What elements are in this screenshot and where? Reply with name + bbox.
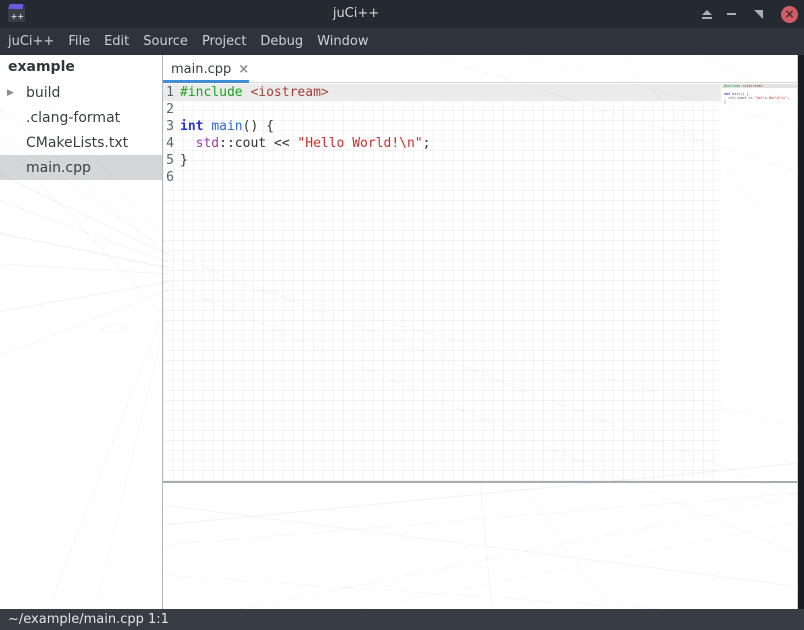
- shade-button[interactable]: [702, 10, 712, 19]
- line-number: 5: [163, 152, 174, 169]
- right-scrollbar-track[interactable]: [797, 55, 804, 609]
- tree-item-cmakelists-txt[interactable]: CMakeLists.txt: [0, 130, 162, 155]
- close-icon: ×: [784, 6, 794, 23]
- tree-item-label: .clang-format: [19, 110, 120, 126]
- token-plain: }: [724, 100, 726, 104]
- code-lines: 1#include <iostream>23int main() {4 std:…: [163, 83, 721, 186]
- code-editor[interactable]: 1#include <iostream>23int main() {4 std:…: [163, 83, 721, 481]
- token-string: "Hello World!\n": [297, 135, 422, 152]
- sidebar-resize-handle[interactable]: [162, 55, 163, 609]
- token-plain: ;: [423, 135, 431, 152]
- maximize-button[interactable]: [754, 10, 763, 19]
- terminal-panel[interactable]: [163, 483, 798, 609]
- menu-item-file[interactable]: File: [61, 28, 97, 55]
- token-function: main: [211, 118, 242, 135]
- file-tree-items: ▶build .clang-format CMakeLists.txt main.cp…: [0, 80, 162, 180]
- menu-item-edit[interactable]: Edit: [97, 28, 136, 55]
- minimap[interactable]: #include <iostream>int main() { std::cou…: [722, 83, 797, 481]
- tree-item-main-cpp[interactable]: main.cpp: [0, 155, 162, 180]
- menu-item-window[interactable]: Window: [310, 28, 375, 55]
- eject-icon-bar: [702, 17, 712, 19]
- menubar: juCi++FileEditSourceProjectDebugWindow: [0, 28, 804, 55]
- token-plain: [203, 118, 211, 135]
- terminal-resize-handle[interactable]: [163, 481, 798, 483]
- code-line: 5}: [163, 152, 721, 169]
- tab-close-icon[interactable]: ×: [238, 62, 249, 77]
- token-plain: ::cout <<: [734, 96, 754, 100]
- token-include_path: <iostream>: [250, 84, 328, 101]
- tree-item-label: CMakeLists.txt: [19, 135, 128, 151]
- token-include_path: <iostream>: [742, 84, 762, 88]
- close-button[interactable]: ×: [781, 6, 798, 23]
- token-string: "Hello World!\n": [755, 96, 788, 100]
- token-namespace: std: [196, 135, 219, 152]
- menu-item-source[interactable]: Source: [136, 28, 195, 55]
- tab-main-cpp[interactable]: main.cpp ×: [163, 55, 249, 83]
- minimize-button[interactable]: [727, 13, 736, 15]
- minimap-line: std::cout << "Hello World!\n";: [722, 96, 797, 100]
- tree-item-label: main.cpp: [19, 160, 91, 176]
- window-controls: ×: [702, 0, 804, 28]
- line-number: 3: [163, 118, 174, 135]
- line-number: 1: [163, 84, 174, 101]
- project-root-label[interactable]: example: [0, 55, 162, 80]
- menu-item-project[interactable]: Project: [195, 28, 253, 55]
- menu-item-debug[interactable]: Debug: [253, 28, 310, 55]
- status-file-position: ~/example/main.cpp 1:1: [8, 612, 169, 627]
- tree-item-build[interactable]: ▶build: [0, 80, 162, 105]
- expander-icon[interactable]: ▶: [0, 88, 19, 98]
- token-plain: () {: [243, 118, 274, 135]
- eject-icon: [702, 10, 712, 15]
- titlebar: ++ juCi++ ×: [0, 0, 804, 28]
- code-line: 1 #include <iostream>: [163, 84, 721, 101]
- code-line: 4 std::cout << "Hello World!\n";: [163, 135, 721, 152]
- token-plain: [180, 135, 196, 152]
- code-line: 3 int main() {: [163, 118, 721, 135]
- token-preprocessor: #include: [180, 84, 243, 101]
- status-bar: ~/example/main.cpp 1:1: [0, 609, 804, 630]
- line-number: 6: [163, 169, 174, 186]
- token-plain: [243, 84, 251, 101]
- minimap-lines: #include <iostream>int main() { std::cou…: [722, 83, 797, 108]
- app-window: ++ juCi++ × juCi++FileEditSourceProjectD…: [0, 0, 804, 630]
- maximize-icon: [754, 10, 763, 19]
- token-preprocessor: #include: [724, 84, 740, 88]
- token-plain: }: [180, 152, 188, 169]
- logo-plus-plus: ++: [11, 13, 24, 21]
- menu-item-juci[interactable]: juCi++: [1, 28, 61, 55]
- minimap-line: [722, 104, 797, 108]
- line-number: 2: [163, 101, 174, 118]
- tree-item--clang-format[interactable]: .clang-format: [0, 105, 162, 130]
- tab-bar: main.cpp ×: [163, 55, 798, 83]
- token-plain: ;: [787, 96, 789, 100]
- tree-item-label: build: [19, 85, 60, 101]
- logo-cube-top: [8, 4, 23, 9]
- window-title: juCi++: [28, 0, 684, 28]
- token-plain: ::cout <<: [219, 135, 297, 152]
- token-keyword_type: int: [180, 118, 203, 135]
- code-line: 2: [163, 101, 721, 118]
- minimize-icon: [727, 13, 736, 15]
- file-tree-panel[interactable]: example ▶build .clang-format CMakeLists.tx…: [0, 55, 162, 609]
- tab-label: main.cpp: [171, 62, 231, 77]
- code-line: 6: [163, 169, 721, 186]
- app-logo-icon: ++: [8, 6, 25, 22]
- line-number: 4: [163, 135, 174, 152]
